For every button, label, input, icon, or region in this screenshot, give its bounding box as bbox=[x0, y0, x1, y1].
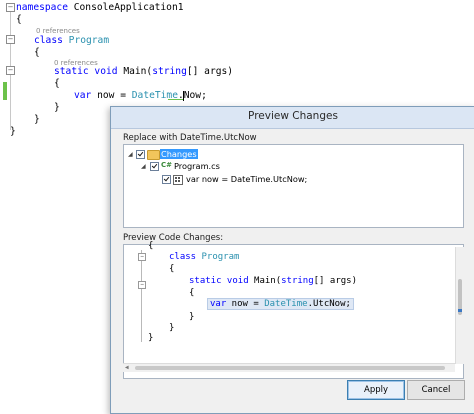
method-signature: [] args) bbox=[186, 66, 234, 77]
class-name: Program bbox=[196, 252, 240, 262]
preview-line-brace: } bbox=[148, 333, 154, 343]
preview-line-brace: } bbox=[169, 323, 175, 333]
codelens-references[interactable]: 0 references bbox=[36, 27, 80, 35]
preview-line-brace: { bbox=[148, 241, 154, 251]
checkbox-file[interactable] bbox=[150, 162, 159, 171]
checkbox-change[interactable] bbox=[162, 175, 171, 184]
change-marker bbox=[3, 82, 7, 100]
keyword: namespace bbox=[16, 2, 68, 13]
vertical-scrollbar[interactable] bbox=[455, 247, 464, 364]
preview-label: Preview Code Changes: bbox=[123, 233, 224, 243]
replace-label: Replace with DateTime.UtcNow bbox=[123, 133, 257, 143]
keyword: string bbox=[152, 66, 187, 77]
code-line-brace: } bbox=[34, 114, 40, 125]
keyword: void bbox=[221, 276, 249, 286]
type-name: DateTime bbox=[264, 299, 308, 309]
collapse-method-icon[interactable]: − bbox=[138, 281, 146, 289]
preview-line-main: static void Main(string[] args) bbox=[189, 276, 357, 286]
suggestion-squiggle bbox=[168, 99, 184, 100]
keyword: static bbox=[189, 276, 222, 286]
namespace-name: ConsoleApplication1 bbox=[67, 2, 184, 13]
preview-line-var: var now = DateTime.UtcNow; bbox=[207, 298, 354, 310]
code-line-brace: } bbox=[10, 126, 16, 137]
keyword: void bbox=[88, 66, 118, 77]
tree-file-label[interactable]: Program.cs bbox=[174, 161, 220, 171]
collapse-method-icon[interactable]: − bbox=[6, 66, 15, 75]
text-caret bbox=[183, 91, 184, 101]
keyword: var bbox=[74, 90, 92, 101]
preview-line-brace: } bbox=[189, 312, 195, 322]
change-marker bbox=[458, 309, 462, 312]
variable-icon bbox=[173, 175, 183, 185]
dialog-titlebar[interactable]: Preview Changes bbox=[111, 107, 474, 129]
code-line-var: var now = DateTime.Now; bbox=[74, 90, 207, 101]
cancel-button[interactable]: Cancel bbox=[407, 380, 465, 400]
statement: now = bbox=[91, 90, 132, 101]
keyword: var bbox=[210, 299, 227, 309]
scroll-left-arrow-icon[interactable]: ◀ bbox=[125, 364, 129, 371]
folder-icon bbox=[147, 150, 160, 160]
method-signature: Main( bbox=[117, 66, 153, 77]
tree-change-label[interactable]: var now = DateTime.UtcNow; bbox=[186, 174, 307, 184]
dialog-title: Preview Changes bbox=[248, 110, 338, 122]
code-line-class: class Program bbox=[34, 35, 109, 46]
checkbox-changes[interactable] bbox=[136, 150, 145, 159]
scroll-thumb[interactable] bbox=[135, 366, 445, 370]
keyword: string bbox=[281, 276, 314, 286]
preview-line-class: class Program bbox=[169, 252, 239, 262]
apply-button[interactable]: Apply bbox=[347, 380, 405, 400]
method-signature: Main( bbox=[248, 276, 282, 286]
code-line-brace: { bbox=[16, 14, 22, 25]
horizontal-scrollbar[interactable]: ◀ bbox=[123, 363, 455, 372]
method-signature: [] args) bbox=[313, 276, 357, 286]
tree-root-label[interactable]: Changes bbox=[160, 149, 198, 159]
expand-triangle-icon[interactable]: ◢ bbox=[141, 163, 146, 170]
tree-selected-item[interactable]: Changes bbox=[160, 149, 198, 159]
expand-triangle-icon[interactable]: ◢ bbox=[128, 151, 133, 158]
code-line-main: static void Main(string[] args) bbox=[54, 66, 233, 77]
statement: .UtcNow; bbox=[307, 299, 351, 309]
csharp-file-icon: C# bbox=[161, 161, 173, 169]
keyword: static bbox=[54, 66, 89, 77]
code-line-brace: { bbox=[34, 47, 40, 58]
outline-guide bbox=[141, 250, 142, 342]
preview-line-brace: { bbox=[189, 288, 195, 298]
code-line-brace: { bbox=[54, 78, 60, 89]
class-name: Program bbox=[62, 35, 110, 46]
collapse-class-icon[interactable]: − bbox=[138, 253, 146, 261]
keyword: class bbox=[169, 252, 197, 262]
keyword: class bbox=[34, 35, 63, 46]
code-line-namespace: namespace ConsoleApplication1 bbox=[16, 2, 184, 13]
code-line-brace: } bbox=[54, 102, 60, 113]
preview-line-brace: { bbox=[169, 264, 175, 274]
collapse-class-icon[interactable]: − bbox=[6, 35, 15, 44]
changes-tree[interactable]: ◢ Changes ◢ C# Program.cs var now = Date… bbox=[123, 144, 464, 228]
collapse-namespace-icon[interactable]: − bbox=[6, 3, 15, 12]
statement: now = bbox=[226, 299, 265, 309]
